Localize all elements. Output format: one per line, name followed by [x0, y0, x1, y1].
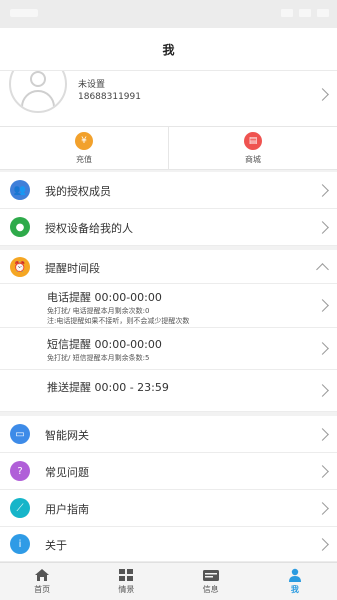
tab-scene-label: 情景 — [118, 585, 135, 594]
sms-reminder-title: 短信提醒 00:00-00:00 — [47, 338, 162, 351]
menu-item-devices-shared-to-me[interactable]: ● 授权设备给我的人 — [0, 209, 337, 246]
push-reminder-row[interactable]: 推送提醒 00:00 - 23:59 — [0, 370, 337, 412]
yen-coin-icon: ¥ — [75, 131, 93, 150]
chevron-right-icon — [316, 502, 329, 515]
status-time — [10, 9, 38, 17]
menu-item-user-guide[interactable]: ⟋ 用户指南 — [0, 490, 337, 527]
user-icon — [288, 568, 301, 582]
menu-item-label: 常见问题 — [45, 466, 89, 479]
avatar-icon[interactable] — [9, 71, 67, 113]
phone-reminder-row[interactable]: 电话提醒 00:00-00:00 免打扰/ 电话提醒本月剩余次数:0 注:电话提… — [0, 284, 337, 328]
tab-me[interactable]: 我 — [253, 563, 337, 600]
gateway-icon: ▭ — [10, 424, 30, 444]
tab-me-label: 我 — [290, 585, 299, 594]
page-title: 我 — [0, 28, 337, 70]
chevron-right-icon — [316, 428, 329, 441]
shop-icon: ▤ — [244, 131, 262, 150]
menu-item-smart-gateway[interactable]: ▭ 智能网关 — [0, 416, 337, 453]
message-icon — [202, 570, 219, 581]
scene-icon — [119, 569, 134, 581]
shop-label: 商城 — [245, 154, 261, 164]
chevron-right-icon — [316, 184, 329, 197]
tab-scene[interactable]: 情景 — [84, 563, 168, 600]
phone-reminder-desc: 免打扰/ 电话提醒本月剩余次数:0 — [47, 307, 150, 315]
info-icon: i — [10, 534, 30, 554]
chevron-right-icon — [316, 88, 329, 101]
chevron-right-icon — [316, 465, 329, 478]
menu-item-faq[interactable]: ? 常见问题 — [0, 453, 337, 490]
sms-reminder-row[interactable]: 短信提醒 00:00-00:00 免打扰/ 短信提醒本月剩余条数:5 — [0, 328, 337, 370]
tab-message-label: 信息 — [202, 585, 219, 594]
recharge-label: 充值 — [76, 154, 92, 164]
menu-item-label: 授权设备给我的人 — [45, 222, 133, 235]
question-icon: ? — [10, 461, 30, 481]
menu-item-label: 我的授权成员 — [45, 185, 111, 198]
tab-home-label: 首页 — [34, 585, 51, 594]
menu-item-my-authorized-members[interactable]: 👥 我的授权成员 — [0, 172, 337, 209]
person-icon: ● — [10, 217, 30, 237]
reminder-section-label: 提醒时间段 — [45, 262, 100, 275]
alarm-clock-icon: ⏰ — [10, 257, 30, 277]
tab-message[interactable]: 信息 — [169, 563, 253, 600]
shop-button[interactable]: ▤ 商城 — [168, 127, 337, 169]
home-icon — [35, 569, 50, 581]
bottom-tab-bar: 首页 情景 信息 我 — [0, 562, 337, 600]
reminder-section-header[interactable]: ⏰ 提醒时间段 — [0, 250, 337, 284]
push-reminder-title: 推送提醒 00:00 - 23:59 — [47, 381, 169, 394]
status-icons — [281, 9, 329, 17]
recharge-button[interactable]: ¥ 充值 — [0, 127, 168, 169]
profile-phone: 18688311991 — [78, 92, 141, 102]
quick-actions: ¥ 充值 ▤ 商城 — [0, 126, 337, 170]
chevron-right-icon — [316, 384, 329, 397]
members-icon: 👥 — [10, 180, 30, 200]
menu-item-label: 智能网关 — [45, 429, 89, 442]
menu-item-about[interactable]: i 关于 — [0, 527, 337, 562]
chevron-right-icon — [316, 538, 329, 551]
sms-reminder-desc: 免打扰/ 短信提醒本月剩余条数:5 — [47, 354, 150, 362]
status-bar — [0, 0, 337, 28]
menu-item-label: 用户指南 — [45, 503, 89, 516]
chevron-up-icon[interactable] — [316, 263, 329, 276]
profile-name: 未设置 — [78, 80, 106, 90]
menu-item-label: 关于 — [45, 539, 67, 552]
chevron-right-icon — [316, 221, 329, 234]
chevron-right-icon — [316, 342, 329, 355]
tab-home[interactable]: 首页 — [0, 563, 84, 600]
chevron-right-icon — [316, 299, 329, 312]
profile-card[interactable]: 未设置 18688311991 — [0, 70, 337, 126]
phone-reminder-note: 注:电话提醒如果不接听，则不会减少提醒次数 — [47, 317, 190, 325]
guide-icon: ⟋ — [10, 498, 30, 518]
phone-reminder-title: 电话提醒 00:00-00:00 — [47, 291, 162, 304]
